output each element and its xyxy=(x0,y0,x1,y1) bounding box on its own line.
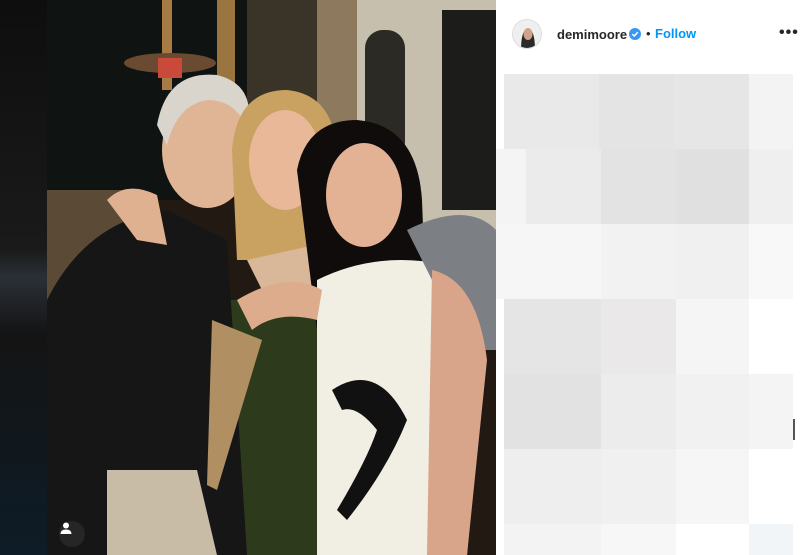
previous-post-edge[interactable] xyxy=(0,0,47,555)
follow-button[interactable]: Follow xyxy=(655,26,696,41)
username-link[interactable]: demimoore xyxy=(557,27,627,42)
avatar-image xyxy=(513,20,541,48)
tagged-user-icon xyxy=(60,522,72,534)
pixelated-comments-area xyxy=(496,74,811,555)
separator-dot: • xyxy=(646,26,651,41)
scrollbar-thumb[interactable] xyxy=(793,419,795,440)
photo-illustration xyxy=(47,0,496,555)
tagged-user-button[interactable] xyxy=(59,521,85,547)
avatar[interactable] xyxy=(512,19,542,49)
more-options-icon[interactable]: ••• xyxy=(779,24,799,42)
post-header: demimoore • Follow ••• xyxy=(496,0,811,68)
post-side-panel: demimoore • Follow ••• xyxy=(496,0,811,555)
post-photo[interactable] xyxy=(47,0,496,555)
verified-badge-icon xyxy=(629,28,641,40)
